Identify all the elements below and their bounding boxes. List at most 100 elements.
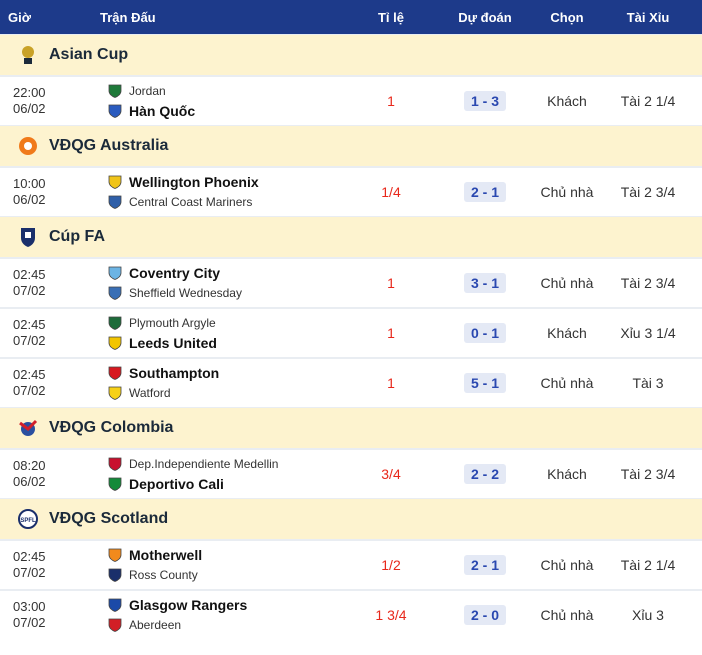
pick: Khách: [547, 466, 587, 482]
league-header[interactable]: VĐQG Australia: [0, 126, 702, 166]
kickoff-hour: 03:00: [13, 599, 46, 614]
home-team[interactable]: Wellington Phoenix: [108, 172, 352, 192]
away-team-name[interactable]: Sheffield Wednesday: [129, 286, 242, 300]
home-team[interactable]: Jordan: [108, 81, 352, 101]
home-team[interactable]: Dep.Independiente Medellin: [108, 454, 352, 474]
header-time[interactable]: Giờ: [0, 10, 100, 25]
handicap-odds: 1: [387, 325, 395, 341]
kickoff-time: 02:45 07/02: [0, 317, 100, 349]
match-row[interactable]: 08:20 06/02 Dep.Independiente Medellin Depo…: [0, 450, 702, 498]
table-header: Giờ Trận Đấu Tỉ lệ Dự đoán Chọn Tài Xỉu: [0, 0, 702, 34]
league-name[interactable]: VĐQG Colombia: [49, 419, 173, 437]
home-team-name[interactable]: Plymouth Argyle: [129, 316, 216, 330]
away-team-name[interactable]: Deportivo Cali: [129, 476, 224, 492]
away-team-name[interactable]: Central Coast Mariners: [129, 195, 252, 209]
away-team-name[interactable]: Watford: [129, 386, 171, 400]
away-team[interactable]: Hàn Quốc: [108, 101, 352, 121]
home-team[interactable]: Plymouth Argyle: [108, 313, 352, 333]
away-team-name[interactable]: Aberdeen: [129, 618, 181, 632]
kickoff-time: 02:45 07/02: [0, 367, 100, 399]
away-crest-icon: [108, 286, 122, 300]
kickoff-time: 03:00 07/02: [0, 599, 100, 631]
match-row[interactable]: 03:00 07/02 Glasgow Rangers Aberdeen 1 3/4 2 …: [0, 591, 702, 639]
home-crest-icon: [108, 457, 122, 471]
match-row[interactable]: 22:00 06/02 Jordan Hàn Quốc 1 1 - 3 Khách Tài 2…: [0, 77, 702, 125]
handicap-odds: 1/4: [381, 184, 401, 200]
away-team-name[interactable]: Leeds United: [129, 335, 217, 351]
home-team[interactable]: Southampton: [108, 363, 352, 383]
home-team-name[interactable]: Southampton: [129, 365, 219, 381]
teams: Jordan Hàn Quốc: [100, 81, 352, 121]
away-team[interactable]: Aberdeen: [108, 615, 352, 635]
kickoff-date: 07/02: [13, 333, 46, 348]
league-header[interactable]: Asian Cup: [0, 35, 702, 75]
league-name[interactable]: Cúp FA: [49, 228, 105, 246]
header-pick[interactable]: Chọn: [540, 10, 594, 25]
away-crest-icon: [108, 104, 122, 118]
league-name[interactable]: VĐQG Scotland: [49, 510, 168, 528]
kickoff-hour: 22:00: [13, 85, 46, 100]
prediction-score: 2 - 0: [463, 605, 506, 625]
asian-cup-logo: [17, 44, 39, 66]
match-row[interactable]: 02:45 07/02 Southampton Watford 1 5 - 1 Chủ nh…: [0, 359, 702, 407]
svg-text:SPFL: SPFL: [20, 518, 36, 524]
prediction-score: 1 - 3: [463, 91, 506, 111]
pick: Chủ nhà: [540, 557, 594, 573]
home-crest-icon: [108, 266, 122, 280]
over-under: Tài 2 1/4: [620, 93, 676, 109]
away-crest-icon: [108, 195, 122, 209]
away-team[interactable]: Leeds United: [108, 333, 352, 353]
match-row[interactable]: 10:00 06/02 Wellington Phoenix Central Coas…: [0, 168, 702, 216]
match-row[interactable]: 02:45 07/02 Coventry City Sheffield Wednesd…: [0, 259, 702, 307]
pick: Chủ nhà: [540, 375, 594, 391]
home-team[interactable]: Motherwell: [108, 545, 352, 565]
away-team[interactable]: Ross County: [108, 565, 352, 585]
home-team[interactable]: Coventry City: [108, 263, 352, 283]
over-under: Tài 2 1/4: [620, 557, 676, 573]
match-row[interactable]: 02:45 07/02 Motherwell Ross County 1/2 2 - 1 C…: [0, 541, 702, 589]
home-team-name[interactable]: Wellington Phoenix: [129, 174, 259, 190]
away-team-name[interactable]: Ross County: [129, 568, 198, 582]
kickoff-date: 06/02: [13, 474, 46, 489]
home-team[interactable]: Glasgow Rangers: [108, 595, 352, 615]
league-header[interactable]: Cúp FA: [0, 217, 702, 257]
home-team-name[interactable]: Glasgow Rangers: [129, 597, 247, 613]
league-name[interactable]: Asian Cup: [49, 46, 128, 64]
pick: Chủ nhà: [540, 275, 594, 291]
prediction-score: 2 - 2: [463, 464, 506, 484]
league-header[interactable]: SPFL VĐQG Scotland: [0, 499, 702, 539]
header-match[interactable]: Trận Đấu: [100, 10, 352, 25]
match-row[interactable]: 02:45 07/02 Plymouth Argyle Leeds United 1 0 …: [0, 309, 702, 357]
home-crest-icon: [108, 175, 122, 189]
league-header[interactable]: VĐQG Colombia: [0, 408, 702, 448]
home-crest-icon: [108, 598, 122, 612]
pick: Chủ nhà: [540, 607, 594, 623]
header-over-under[interactable]: Tài Xỉu: [594, 10, 702, 25]
prediction: 2 - 1: [430, 182, 540, 202]
away-crest-icon: [108, 386, 122, 400]
kickoff-time: 10:00 06/02: [0, 176, 100, 208]
prediction: 0 - 1: [430, 323, 540, 343]
over-under: Tài 2 3/4: [620, 466, 676, 482]
home-team-name[interactable]: Dep.Independiente Medellin: [129, 457, 278, 471]
prediction: 5 - 1: [430, 373, 540, 393]
prediction-score: 3 - 1: [463, 273, 506, 293]
home-team-name[interactable]: Jordan: [129, 84, 166, 98]
away-team[interactable]: Watford: [108, 383, 352, 403]
away-team-name[interactable]: Hàn Quốc: [129, 103, 195, 119]
away-team[interactable]: Deportivo Cali: [108, 474, 352, 494]
prediction-score: 5 - 1: [463, 373, 506, 393]
teams: Wellington Phoenix Central Coast Mariners: [100, 172, 352, 212]
over-under: Tài 2 3/4: [620, 184, 676, 200]
away-team[interactable]: Central Coast Mariners: [108, 192, 352, 212]
teams: Motherwell Ross County: [100, 545, 352, 585]
home-team-name[interactable]: Motherwell: [129, 547, 202, 563]
header-prediction[interactable]: Dự đoán: [430, 10, 540, 25]
league-name[interactable]: VĐQG Australia: [49, 137, 168, 155]
away-team[interactable]: Sheffield Wednesday: [108, 283, 352, 303]
pick: Khách: [547, 93, 587, 109]
header-odds[interactable]: Tỉ lệ: [352, 10, 430, 25]
prediction-score: 2 - 1: [463, 555, 506, 575]
home-team-name[interactable]: Coventry City: [129, 265, 220, 281]
prediction-score: 2 - 1: [463, 182, 506, 202]
